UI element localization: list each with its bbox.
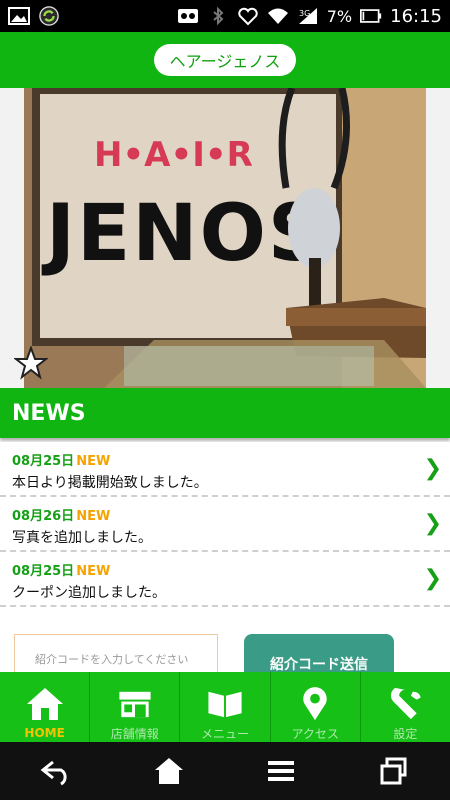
battery-percent: 7%	[326, 6, 353, 26]
news-date: 08月25日	[12, 564, 75, 579]
tab-menu[interactable]: メニュー	[180, 672, 271, 742]
tab-label: 設定	[393, 727, 418, 741]
bluetooth-icon	[213, 6, 224, 26]
signal-icon: 3G	[298, 8, 317, 24]
svg-text:3G: 3G	[299, 9, 310, 18]
recent-apps-icon[interactable]	[377, 756, 411, 786]
menu-icon[interactable]	[264, 756, 298, 786]
app-header: ヘアージェノス	[0, 32, 450, 88]
home-icon	[26, 688, 63, 720]
tab-label: アクセス	[291, 727, 339, 741]
news-title: 写真を追加しました。	[12, 530, 152, 546]
favorite-star-icon[interactable]	[14, 346, 48, 380]
bottom-tab-bar: HOME 店舗情報 メニュー アクセス 設定	[0, 672, 450, 742]
news-date: 08月26日	[12, 509, 75, 524]
chevron-right-icon: ❯	[423, 456, 442, 481]
status-bar: 3G 7% 16:15	[0, 0, 450, 32]
back-icon[interactable]	[39, 756, 73, 786]
tab-label: HOME	[24, 726, 65, 740]
hero-section: H•A•I•R JENOS	[0, 88, 450, 388]
news-title: 本日より掲載開始致しました。	[12, 475, 208, 491]
map-pin-icon	[303, 687, 327, 721]
battery-icon	[360, 9, 382, 23]
hero-sign-top: H•A•I•R	[94, 135, 253, 175]
tab-access[interactable]: アクセス	[271, 672, 361, 742]
news-list: 08月25日 NEW 本日より掲載開始致しました。 ❯ 08月26日 NEW 写真を…	[0, 442, 450, 607]
page-title: ヘアージェノス	[153, 44, 297, 76]
new-badge: NEW	[76, 454, 111, 469]
new-badge: NEW	[76, 509, 111, 524]
tab-store-info[interactable]: 店舗情報	[90, 672, 181, 742]
hero-image: H•A•I•R JENOS	[24, 88, 426, 388]
chevron-right-icon: ❯	[423, 566, 442, 591]
home-nav-icon[interactable]	[152, 756, 186, 786]
news-item[interactable]: 08月25日 NEW 本日より掲載開始致しました。 ❯	[0, 442, 450, 497]
sync-icon	[39, 6, 59, 26]
wrench-icon	[391, 687, 422, 720]
tab-label: 店舗情報	[110, 727, 159, 741]
heart-icon	[238, 7, 258, 26]
tab-home[interactable]: HOME	[0, 672, 91, 742]
clock: 16:15	[390, 5, 442, 27]
chevron-right-icon: ❯	[423, 511, 442, 536]
system-navigation-bar	[0, 742, 450, 800]
new-badge: NEW	[76, 564, 111, 579]
news-item[interactable]: 08月25日 NEW クーポン追加しました。 ❯	[0, 552, 450, 607]
hero-sign-main: JENOS	[41, 189, 326, 279]
news-date: 08月25日	[12, 454, 75, 469]
gallery-icon	[8, 7, 30, 25]
wifi-icon	[267, 8, 288, 24]
cast-icon	[177, 9, 198, 23]
book-icon	[208, 691, 242, 718]
news-heading: NEWS	[0, 388, 450, 438]
news-title: クーポン追加しました。	[12, 585, 166, 601]
referral-section: 紹介コードを入力してください 紹介コード送信	[0, 612, 450, 684]
news-item[interactable]: 08月26日 NEW 写真を追加しました。 ❯	[0, 497, 450, 552]
tab-settings[interactable]: 設定	[361, 672, 450, 742]
tab-label: メニュー	[201, 727, 250, 741]
store-icon	[119, 691, 151, 718]
news-heading-label: NEWS	[12, 400, 86, 426]
